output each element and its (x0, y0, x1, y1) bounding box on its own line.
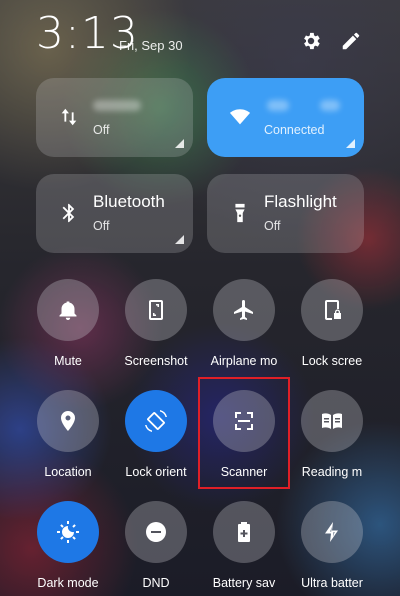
toggle-label: Mute (54, 354, 82, 368)
toggle-button[interactable] (37, 390, 99, 452)
book-icon (320, 409, 344, 433)
toggle-button[interactable] (125, 501, 187, 563)
toggle-dark-mode[interactable]: Dark mode (24, 501, 112, 590)
toggle-label: Dark mode (37, 576, 99, 590)
bluetooth-tile[interactable]: Bluetooth Off (36, 174, 193, 253)
toggle-button[interactable] (301, 390, 363, 452)
toggle-label: DND (142, 576, 170, 590)
flashlight-tile[interactable]: Flashlight Off (207, 174, 364, 253)
toggle-button[interactable] (301, 501, 363, 563)
settings-gear-icon[interactable] (300, 30, 322, 52)
tile-status: Connected (264, 123, 325, 137)
toggle-lock-orientation[interactable]: Lock orient (112, 390, 200, 479)
wifi-icon (229, 106, 251, 128)
toggle-label: Battery sav (212, 576, 276, 590)
toggle-button[interactable] (37, 501, 99, 563)
toggle-location[interactable]: Location (24, 390, 112, 479)
toggle-button[interactable] (37, 279, 99, 341)
toggle-battery-saver[interactable]: Battery sav (200, 501, 288, 590)
bell-icon (56, 298, 80, 322)
wifi-tile[interactable]: Connected (207, 78, 364, 157)
toggle-button[interactable] (125, 279, 187, 341)
rotation-lock-icon (144, 409, 168, 433)
toggle-screenshot[interactable]: Screenshot (112, 279, 200, 368)
expand-corner-icon (175, 235, 184, 244)
toggle-button[interactable] (213, 279, 275, 341)
tile-title: Flashlight (264, 192, 337, 211)
toggle-ultra-battery[interactable]: Ultra batter (288, 501, 376, 590)
toggle-label: Reading m (301, 465, 363, 479)
tile-status: Off (93, 219, 110, 233)
scanner-highlight-box (198, 377, 290, 489)
date-text: Fri, Sep 30 (119, 38, 183, 53)
header-actions (300, 30, 362, 52)
toggle-button[interactable] (125, 390, 187, 452)
redacted-carrier-name (93, 100, 141, 111)
toggle-mute[interactable]: Mute (24, 279, 112, 368)
mobile-data-arrows-icon (58, 106, 80, 128)
phone-screenshot-icon (144, 298, 168, 322)
toggle-label: Location (44, 465, 92, 479)
toggle-reading-mode[interactable]: Reading m (288, 390, 376, 479)
mobile-data-tile[interactable]: Off (36, 78, 193, 157)
toggle-label: Ultra batter (301, 576, 363, 590)
minus-circle-icon (144, 520, 168, 544)
expand-corner-icon (175, 139, 184, 148)
dark-mode-icon (56, 520, 80, 544)
airplane-icon (232, 298, 256, 322)
toggle-label: Airplane mo (210, 354, 278, 368)
redacted-ssid-part (320, 100, 340, 111)
toggle-airplane-mode[interactable]: Airplane mo (200, 279, 288, 368)
toggle-dnd[interactable]: DND (112, 501, 200, 590)
bluetooth-icon (58, 202, 80, 224)
lock-screen-icon (320, 298, 344, 322)
redacted-ssid-part (267, 100, 289, 111)
toggle-button[interactable] (213, 501, 275, 563)
toggle-button[interactable] (301, 279, 363, 341)
tile-status: Off (264, 219, 281, 233)
lightning-bolt-icon (320, 520, 344, 544)
expand-corner-icon (346, 139, 355, 148)
toggle-label: Lock scree (301, 354, 363, 368)
toggle-label: Lock orient (125, 465, 187, 479)
toggle-label: Screenshot (124, 354, 188, 368)
tile-status: Off (93, 123, 110, 137)
flashlight-icon (229, 202, 251, 224)
toggle-lock-screen[interactable]: Lock scree (288, 279, 376, 368)
battery-plus-icon (232, 520, 256, 544)
location-pin-icon (56, 409, 80, 433)
tile-title: Bluetooth (93, 192, 165, 211)
edit-pencil-icon[interactable] (340, 30, 362, 52)
